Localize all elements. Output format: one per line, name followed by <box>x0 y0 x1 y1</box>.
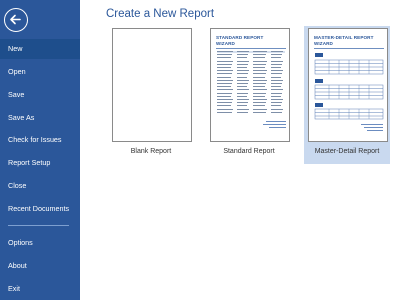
thumbnail-table-row <box>217 51 285 53</box>
thumbnail-table-row <box>217 102 285 104</box>
thumbnail-footer-line <box>266 121 286 122</box>
template-label: Master-Detail Report <box>314 148 380 155</box>
thumbnail-table-row <box>217 95 285 98</box>
thumbnail-table-row <box>217 86 285 88</box>
thumbnail-table-row <box>217 60 285 63</box>
master-detail-report-thumbnail: MASTER-DETAIL REPORT WIZARD <box>308 28 388 142</box>
thumbnail-footer-line <box>263 124 286 125</box>
nav-recent-documents[interactable]: Recent Documents <box>0 199 80 219</box>
thumbnail-table-row <box>217 83 285 85</box>
thumbnail-table-row <box>217 57 285 59</box>
thumbnail-table-row <box>217 76 285 79</box>
nav-exit[interactable]: Exit <box>0 279 80 299</box>
thumbnail-footer-line <box>269 127 286 128</box>
thumbnail-table-row <box>217 92 285 95</box>
nav-about[interactable]: About <box>0 256 80 276</box>
nav-report-setup[interactable]: Report Setup <box>0 153 80 173</box>
template-label: Standard Report <box>223 148 275 155</box>
back-button[interactable] <box>4 8 28 32</box>
template-label: Blank Report <box>130 148 172 155</box>
thumbnail-table-row <box>217 79 285 82</box>
thumbnail-table-row <box>217 105 285 107</box>
nav-check-for-issues[interactable]: Check for Issues <box>0 130 80 150</box>
thumbnail-table-row <box>217 54 285 56</box>
thumbnail-table-row <box>217 70 285 72</box>
nav-open[interactable]: Open <box>0 62 80 82</box>
template-master-detail-report[interactable]: MASTER-DETAIL REPORT WIZARD Master-Detai… <box>304 26 390 164</box>
sidebar-divider <box>8 225 69 226</box>
thumbnail-table-row <box>217 111 285 114</box>
thumbnail-table-row <box>217 73 285 75</box>
backstage-sidebar: New Open Save Save As Check for Issues R… <box>0 0 80 300</box>
template-standard-report[interactable]: STANDARD REPORT WIZARD Standard Report <box>206 26 292 164</box>
nav-options[interactable]: Options <box>0 233 80 253</box>
template-blank-report[interactable]: Blank Report <box>108 26 194 164</box>
thumbnail-table-row <box>217 89 285 91</box>
nav-save-as[interactable]: Save As <box>0 108 80 128</box>
nav-close[interactable]: Close <box>0 176 80 196</box>
nav-save[interactable]: Save <box>0 85 80 105</box>
nav-new[interactable]: New <box>0 39 80 59</box>
thumbnail-master-detail-grid <box>314 53 384 131</box>
thumbnail-table-row <box>217 63 285 66</box>
blank-report-thumbnail <box>112 28 192 142</box>
standard-report-thumbnail: STANDARD REPORT WIZARD <box>210 28 290 142</box>
thumbnail-table-row <box>217 99 285 101</box>
thumbnail-table-row <box>217 67 285 69</box>
thumbnail-title: STANDARD REPORT WIZARD <box>216 35 264 46</box>
thumbnail-table-row <box>217 108 285 111</box>
thumbnail-rule <box>216 48 286 49</box>
page-title: Create a New Report <box>106 8 215 20</box>
arrow-left-icon <box>10 14 21 25</box>
